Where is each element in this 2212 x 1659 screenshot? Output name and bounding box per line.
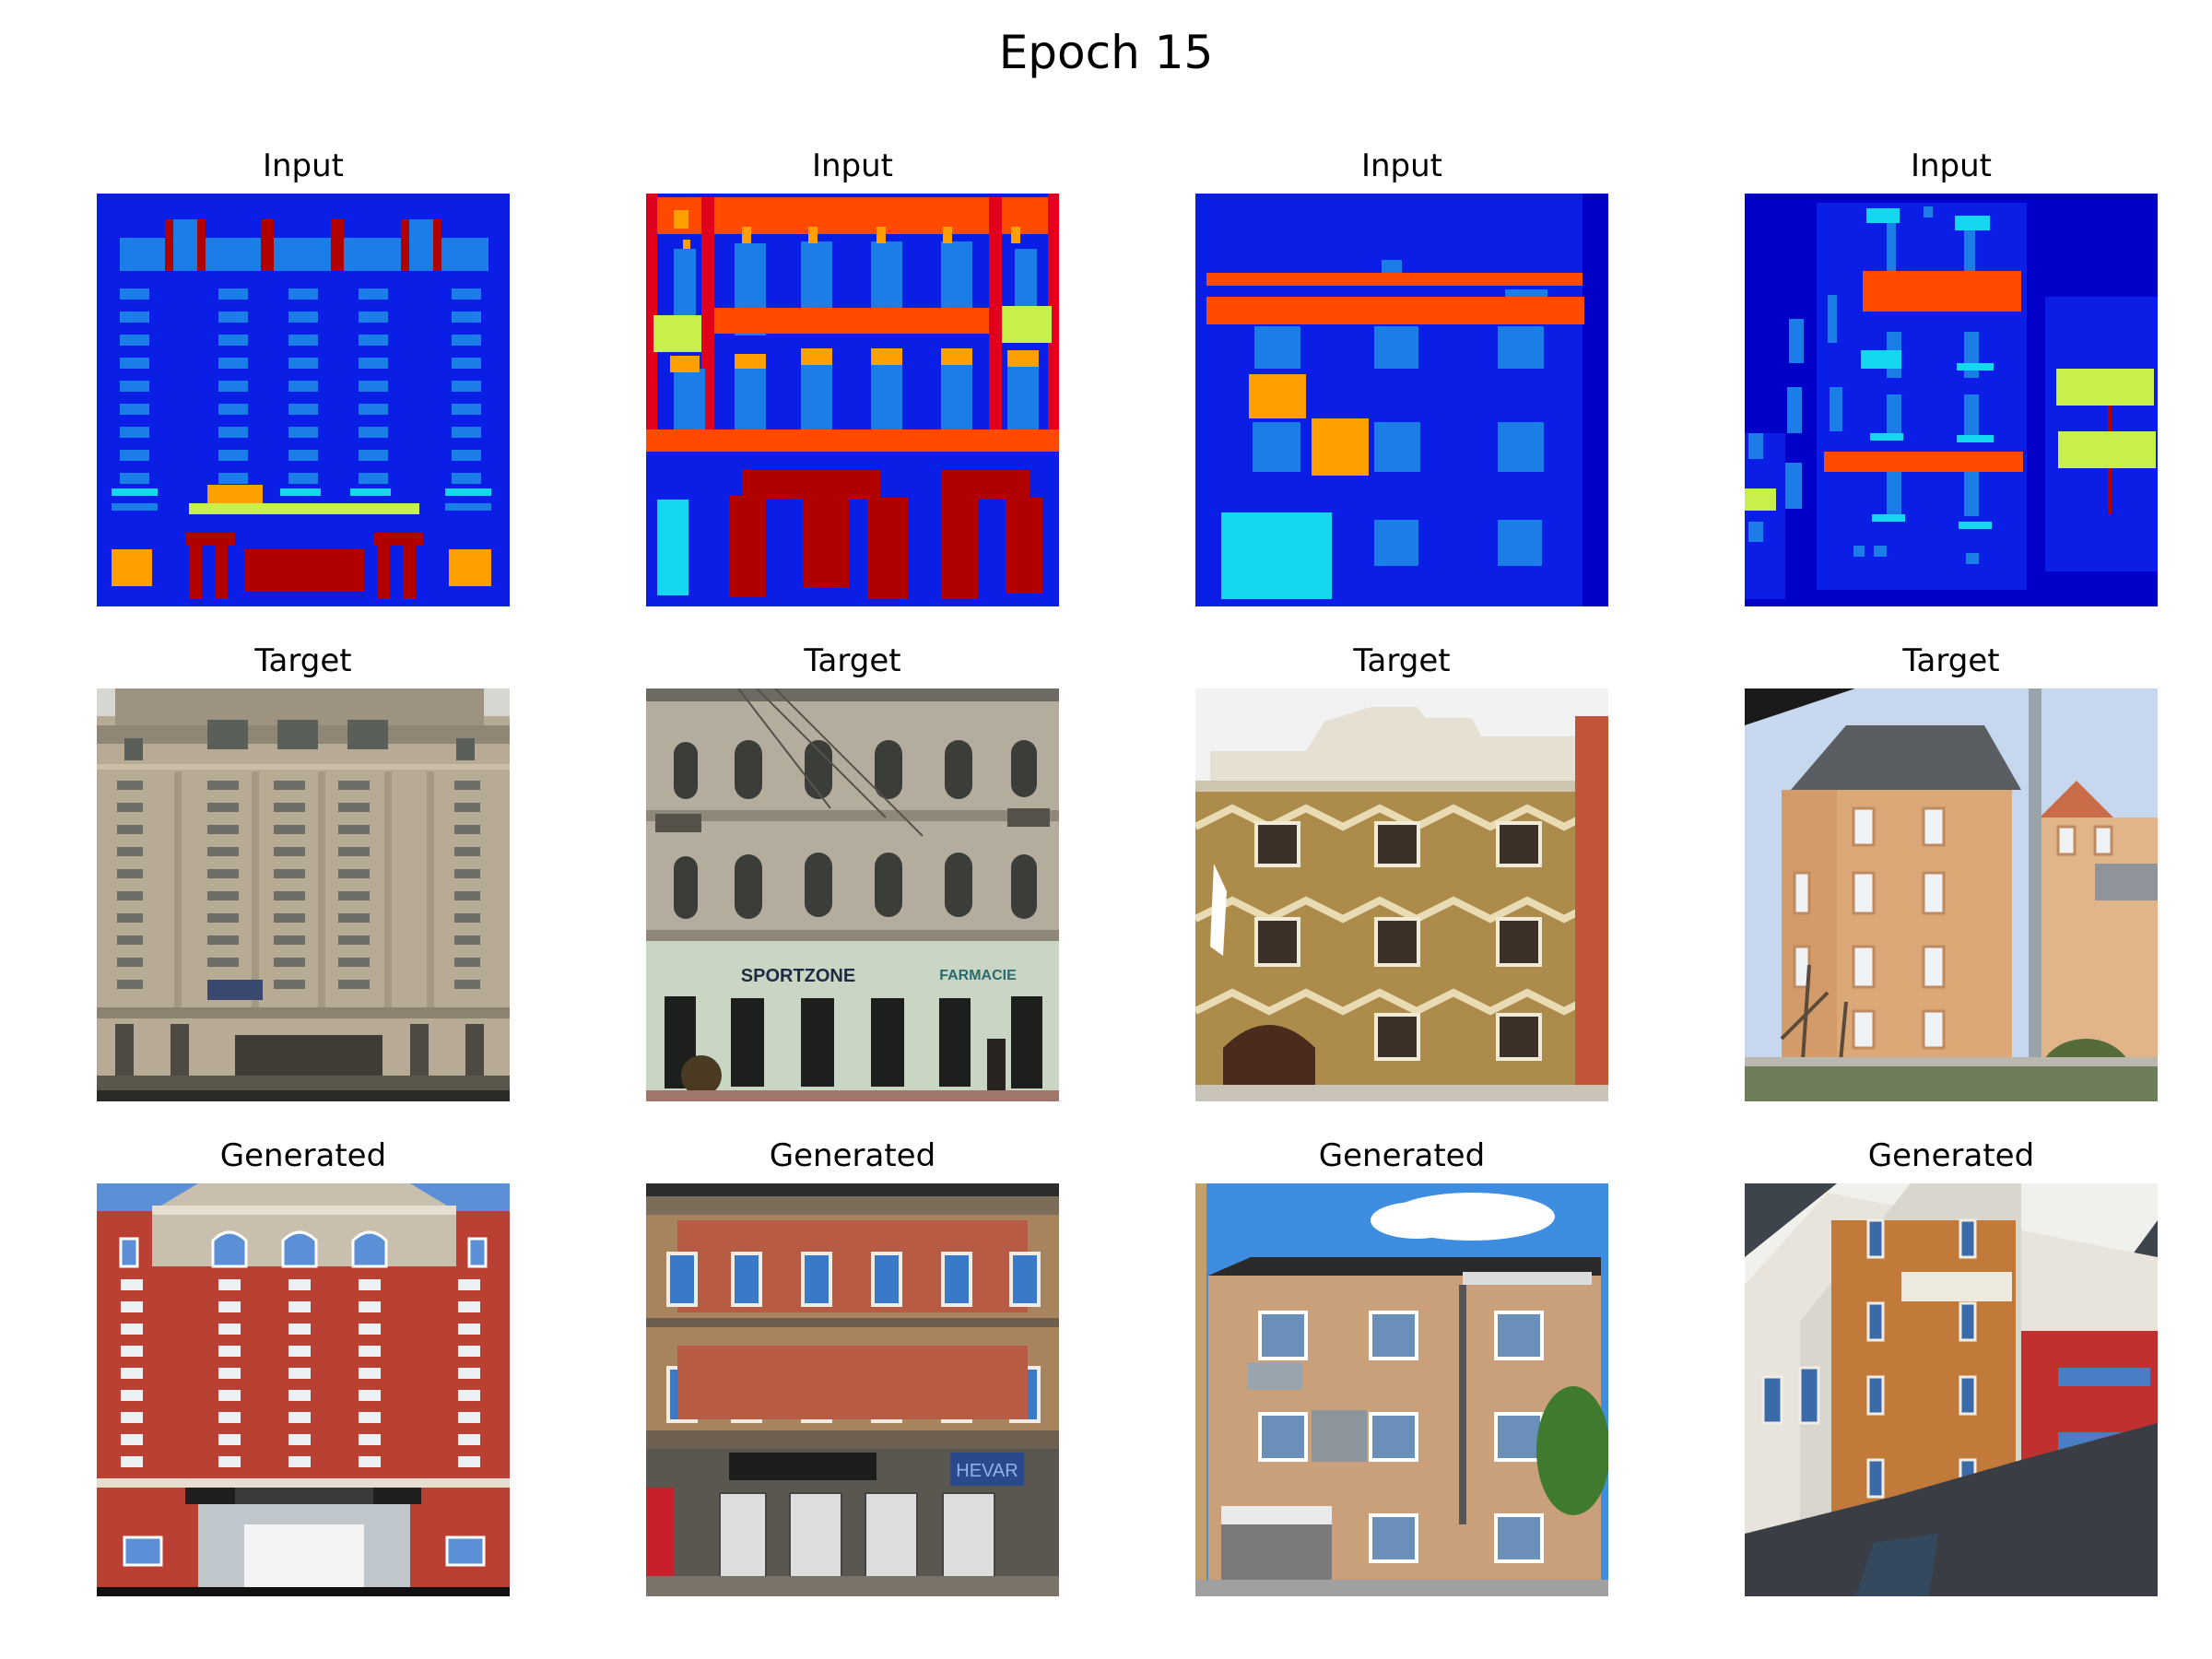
generated-image-4 bbox=[1745, 1183, 2158, 1596]
panel-title-target-3: Target bbox=[1353, 642, 1451, 679]
panel-title-generated-1: Generated bbox=[219, 1137, 387, 1174]
input-label-map-1 bbox=[97, 194, 510, 606]
svg-text:FARMACIE: FARMACIE bbox=[939, 968, 1017, 983]
svg-text:HEVAR: HEVAR bbox=[956, 1461, 1018, 1481]
target-photo-4 bbox=[1745, 688, 2158, 1101]
panel-title-input-4: Input bbox=[1910, 147, 1993, 184]
target-photo-3 bbox=[1195, 688, 1608, 1101]
generated-image-1 bbox=[97, 1183, 510, 1596]
svg-text:SPORTZONE: SPORTZONE bbox=[741, 966, 855, 986]
panel-title-target-2: Target bbox=[804, 642, 901, 679]
panel-title-generated-2: Generated bbox=[769, 1137, 936, 1174]
panel-title-input-1: Input bbox=[262, 147, 345, 184]
panel-title-generated-4: Generated bbox=[1867, 1137, 2035, 1174]
panel-title-target-4: Target bbox=[1902, 642, 2000, 679]
generated-image-3 bbox=[1195, 1183, 1608, 1596]
panel-title-generated-3: Generated bbox=[1318, 1137, 1486, 1174]
input-label-map-2 bbox=[646, 194, 1059, 606]
input-label-map-3 bbox=[1195, 194, 1608, 606]
target-photo-2: SPORTZONE FARMACIE bbox=[646, 688, 1059, 1101]
input-label-map-4 bbox=[1745, 194, 2158, 606]
generated-image-2: HEVAR bbox=[646, 1183, 1059, 1596]
panel-title-input-3: Input bbox=[1360, 147, 1443, 184]
figure-title: Epoch 15 bbox=[998, 26, 1214, 79]
panel-title-input-2: Input bbox=[811, 147, 894, 184]
target-photo-1 bbox=[97, 688, 510, 1101]
panel-title-target-1: Target bbox=[254, 642, 352, 679]
